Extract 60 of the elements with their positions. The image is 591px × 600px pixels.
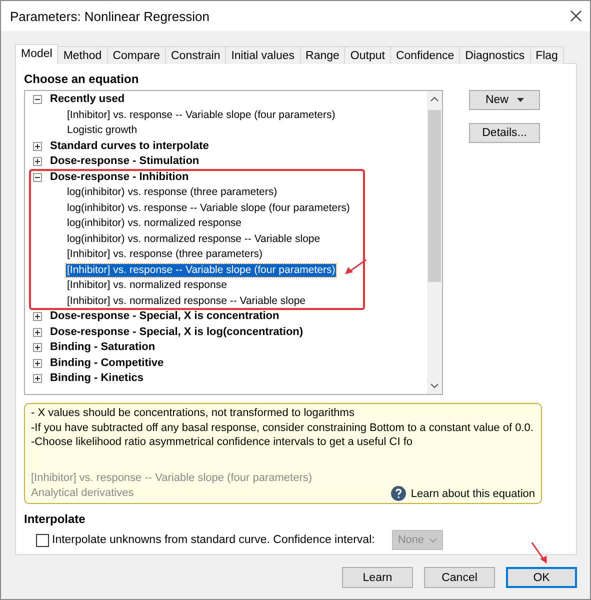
tree-group[interactable]: Dose-response - Inhibition (50, 170, 189, 184)
tree-group[interactable]: Recently used (50, 93, 125, 106)
expand-icon[interactable] (33, 374, 42, 384)
tab[interactable]: Diagnostics (459, 46, 531, 64)
help-icon (390, 486, 406, 501)
tab[interactable]: Initial values (225, 46, 301, 64)
tab[interactable]: Flag (530, 46, 564, 64)
equation-name: [Inhibitor] vs. response -- Variable slope (four parameters) (31, 471, 314, 486)
tab[interactable]: Method (57, 46, 108, 64)
tree-item[interactable]: log(inhibitor) vs. response -- Variable slope (four parameters) (66, 202, 351, 215)
tree-item[interactable]: [Inhibitor] vs. normalized response -- Variable slope (66, 294, 307, 308)
tree-item[interactable]: log(inhibitor) vs. normalized response -- Variable slope (66, 232, 322, 246)
scrollbar[interactable] (427, 91, 442, 394)
tree-group[interactable]: Binding - Kinetics (50, 372, 144, 386)
tree-item[interactable]: Logistic growth (66, 124, 138, 138)
scroll-up-icon[interactable] (430, 95, 439, 104)
tab[interactable]: Output (344, 46, 391, 64)
tree-item[interactable]: log(inhibitor) vs. normalized response (66, 217, 242, 230)
tab[interactable]: Compare (106, 46, 166, 64)
info-note: -Choose likelihood ratio asymmetrical confidence intervals to get a useful CI fo (31, 435, 414, 450)
expand-icon[interactable] (33, 358, 42, 368)
info-note: -If you have subtracted off any basal response, consider constraining Bottom to a constant value of 0.0. (31, 420, 534, 435)
caret-icon (516, 98, 524, 102)
scroll-down-icon[interactable] (430, 381, 439, 390)
window-title: Parameters: Nonlinear Regression (10, 8, 210, 24)
tree-item[interactable]: log(inhibitor) vs. response (three parameters) (66, 186, 278, 200)
checkbox-label: Interpolate unknowns from standard curve. Confidence interval: (52, 534, 375, 546)
expand-icon[interactable] (33, 312, 42, 322)
expand-icon[interactable] (33, 343, 42, 352)
close-icon[interactable] (570, 10, 582, 22)
tree-group[interactable]: Binding - Saturation (50, 341, 156, 354)
tree-group[interactable]: Dose-response - Special, X is log(concentration) (50, 326, 304, 339)
info-note: - X values should be concentrations, not transformed to logarithms (31, 406, 356, 420)
collapse-icon[interactable] (33, 95, 42, 104)
dialog-button[interactable]: Cancel (424, 567, 495, 588)
section-heading: Interpolate (24, 512, 86, 526)
tree-item[interactable]: [Inhibitor] vs. response -- Variable slope (four parameters) (66, 108, 336, 122)
tree-group[interactable]: Standard curves to interpolate (50, 140, 209, 153)
chevron-down-icon (428, 538, 437, 542)
tree-group[interactable]: Binding - Competitive (50, 356, 164, 370)
tree-item[interactable]: [Inhibitor] vs. response -- Variable slope (four parameters) (66, 264, 336, 277)
help-link[interactable]: Learn about this equation (390, 486, 535, 501)
fit-method: Analytical derivatives (31, 486, 134, 501)
tree-group[interactable]: Dose-response - Special, X is concentration (50, 310, 280, 324)
expand-icon[interactable] (33, 157, 42, 166)
tree-item[interactable]: [Inhibitor] vs. response (three parameters) (66, 248, 264, 262)
tab[interactable]: Confidence (390, 46, 460, 64)
tab[interactable]: Model (15, 44, 58, 64)
dialog-button[interactable]: Learn (342, 567, 413, 588)
tree-group[interactable]: Dose-response - Stimulation (50, 155, 200, 168)
tree-item[interactable]: [Inhibitor] vs. normalized response (66, 279, 228, 292)
tab[interactable]: Constrain (165, 46, 226, 64)
tab[interactable]: Range (300, 46, 346, 64)
collapse-icon[interactable] (33, 172, 42, 182)
dialog-button[interactable]: OK (506, 567, 577, 588)
dropdown-button[interactable]: New (469, 90, 540, 110)
expand-icon[interactable] (33, 328, 42, 337)
expand-icon[interactable] (33, 142, 42, 151)
section-heading: Choose an equation (24, 72, 140, 86)
details-button[interactable]: Details... (469, 123, 540, 143)
